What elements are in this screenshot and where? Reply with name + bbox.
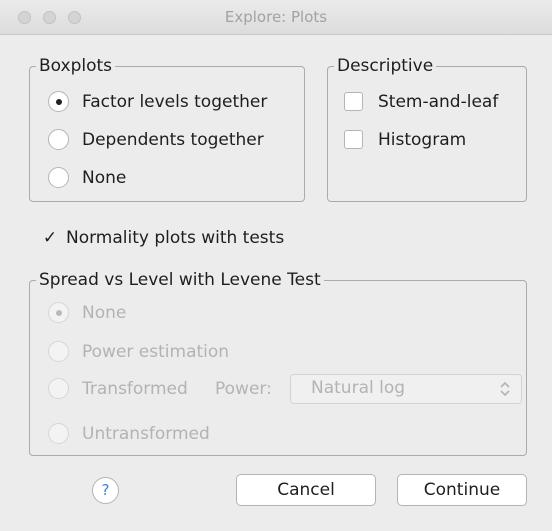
up-down-chevron-icon bbox=[499, 379, 511, 403]
power-select[interactable]: Natural log bbox=[290, 374, 522, 404]
checkbox-label: Stem-and-leaf bbox=[378, 92, 499, 112]
power-select-value: Natural log bbox=[311, 378, 406, 398]
radio-label: Untransformed bbox=[82, 424, 210, 444]
radio-button-icon[interactable] bbox=[48, 378, 69, 399]
window-title: Explore: Plots bbox=[224, 8, 328, 26]
radio-button-icon[interactable] bbox=[48, 129, 69, 150]
descriptive-legend: Descriptive bbox=[334, 55, 437, 77]
power-label: Power: bbox=[215, 379, 272, 399]
checkbox-icon[interactable] bbox=[344, 92, 363, 111]
radio-selected-dot-icon bbox=[56, 310, 62, 316]
boxplots-legend: Boxplots bbox=[36, 55, 116, 77]
radio-label: Dependents together bbox=[82, 130, 264, 150]
radio-label: Transformed bbox=[82, 379, 188, 399]
checkmark-icon[interactable]: ✓ bbox=[38, 225, 62, 251]
spread-vs-level-legend: Spread vs Level with Levene Test bbox=[36, 269, 324, 291]
radio-selected-dot-icon bbox=[56, 99, 62, 105]
checkbox-icon[interactable] bbox=[344, 130, 363, 149]
checkbox-label: Histogram bbox=[378, 130, 467, 150]
radio-button-icon[interactable] bbox=[48, 167, 69, 188]
radio-label: Factor levels together bbox=[82, 92, 268, 112]
help-button[interactable]: ? bbox=[92, 477, 119, 504]
radio-label: None bbox=[82, 168, 127, 188]
continue-button[interactable]: Continue bbox=[397, 474, 527, 506]
radio-button-icon[interactable] bbox=[48, 302, 69, 323]
radio-button-icon[interactable] bbox=[48, 341, 69, 362]
checkbox-label: Normality plots with tests bbox=[66, 228, 285, 248]
title-bar: Explore: Plots bbox=[0, 0, 552, 35]
radio-label: Power estimation bbox=[82, 342, 230, 362]
radio-label: None bbox=[82, 303, 127, 323]
cancel-button[interactable]: Cancel bbox=[236, 474, 376, 506]
radio-button-icon[interactable] bbox=[48, 91, 69, 112]
radio-button-icon[interactable] bbox=[48, 423, 69, 444]
